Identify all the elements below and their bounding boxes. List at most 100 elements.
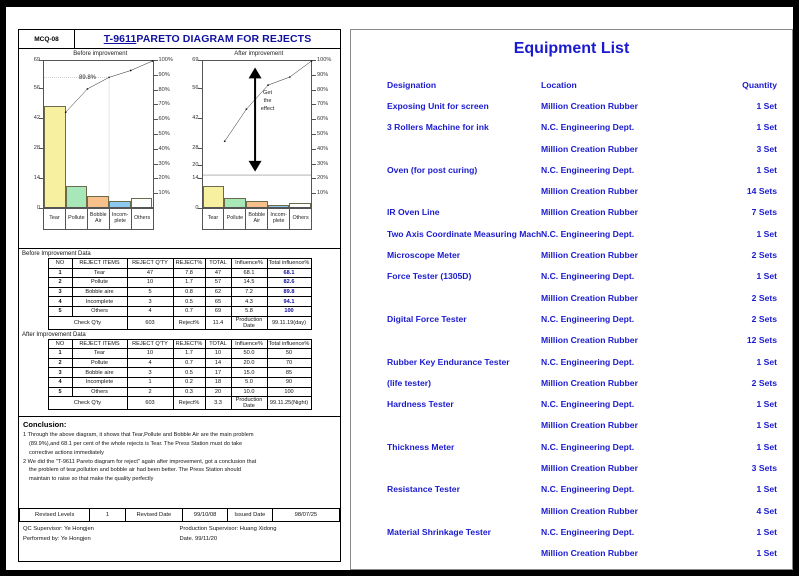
equipment-row: Million Creation Rubber 12 Sets (351, 330, 792, 351)
equipment-designation: Digital Force Tester (387, 313, 467, 324)
chart-after-y2-axis: 10% 20% 30% 40% 50% 60% 70% 80% 90% 100% (312, 57, 338, 208)
cell-3: 0.7 (172, 357, 206, 369)
cell-2: 10 (126, 348, 174, 359)
y2-tick-label: 60% (317, 116, 329, 123)
equipment-row: Exposing Unit for screen Million Creation… (351, 95, 792, 116)
y2-tick (153, 163, 158, 165)
equipment-quantity: 3 Sets (751, 462, 777, 473)
y2-tick-label: 20% (317, 175, 329, 182)
cell-5: 10.0 (230, 386, 268, 398)
cell-5: 5.8 (230, 305, 268, 317)
table2-checkqty-value: 603 (126, 396, 174, 411)
col-header-0: NO (47, 338, 73, 350)
cell-1: Others (71, 386, 128, 398)
equipment-quantity: 12 Sets (746, 335, 777, 346)
equipment-location: Million Creation Rubber (541, 207, 638, 218)
y2-tick-label: 80% (158, 86, 170, 93)
cell-4: 69 (204, 305, 232, 317)
equipment-row: Million Creation Rubber 4 Set (351, 500, 792, 521)
cell-2: 3 (126, 367, 174, 378)
equipment-quantity: 1 Set (756, 399, 777, 410)
equipment-row: 3 Rollers Machine for ink N.C. Engineerin… (351, 117, 792, 138)
chart-before-cumulative-line (44, 60, 154, 222)
equipment-designation: Microscope Meter (387, 250, 461, 261)
y2-tick-label: 70% (317, 101, 329, 108)
cell-3: 1.7 (172, 348, 206, 359)
conclusion-line-6: maintain to raise so that make the quali… (29, 476, 154, 483)
chart-before-improvement: Before improvement 01428425669 10% 20% 30%… (21, 51, 180, 248)
y2-tick (312, 74, 316, 76)
equipment-designation: (life tester) (387, 377, 431, 388)
table-row: 3 Bobble aire 3 0.5 17 15.0 85 (47, 367, 312, 378)
column-header-designation: Designation (387, 79, 437, 90)
cell-0: 4 (47, 376, 73, 388)
cell-4: 47 (204, 267, 232, 279)
cell-2: 10 (126, 277, 174, 288)
col-header-2: REJECT Q'TY (126, 338, 174, 350)
equipment-designation: Force Tester (1305D) (387, 271, 472, 282)
equipment-quantity: 1 Set (756, 420, 777, 431)
x-axis-label: Incom-plete (110, 209, 132, 229)
col-header-3: REJECT% (172, 258, 206, 269)
charts-band: Before improvement 01428425669 10% 20% 30%… (19, 49, 340, 249)
equipment-location: N.C. Engineering Dept. (541, 228, 635, 239)
y2-tick (312, 148, 316, 150)
table-row: 2 Pollute 10 1.7 57 14.5 82.6 (47, 277, 312, 288)
cell-0: 3 (47, 367, 73, 378)
equipment-row: Rubber Key Endurance Tester N.C. Engineer… (351, 351, 792, 372)
col-header-6: Total influence% (266, 258, 312, 269)
y2-tick (312, 193, 316, 195)
x-axis-label: Others (133, 215, 151, 222)
col-header-5: Influence% (230, 258, 268, 269)
cell-1: Bobble aire (71, 367, 128, 378)
revised-date-value: 99/10/08 (182, 508, 228, 523)
x-axis-label: Pollute (66, 209, 88, 229)
cell-0: 2 (47, 357, 73, 369)
y2-tick-label: 70% (158, 101, 170, 108)
equipment-designation: Material Shrinkage Tester (387, 526, 491, 537)
cell-1: Pollute (71, 357, 128, 369)
cell-5: 15.0 (230, 367, 268, 378)
cell-0: 2 (47, 277, 73, 288)
equipment-quantity: 3 Set (756, 143, 777, 154)
chart-before-x-labels: Tear Pollute Bobble Air Incom-plete Others (43, 208, 154, 230)
x-axis-label: Tear (203, 209, 225, 229)
equipment-location: Million Creation Rubber (541, 335, 638, 346)
equipment-location: Million Creation Rubber (541, 420, 638, 431)
col-header-3: REJECT% (172, 338, 206, 350)
y2-tick-label: 100% (158, 57, 173, 63)
conclusion-line-3: corrective actions immediately (29, 449, 104, 456)
chart-after-x-labels: Tear Pollute Bobble Air Incom-plete Others (201, 208, 312, 230)
page-canvas: MCQ-08 T-9611 PARETO DIAGRAM FOR REJECTS… (6, 7, 793, 570)
conclusion-section: Conclusion: 1 Through the above diagram,… (19, 416, 340, 508)
chart-after-annotation: Get the effect (261, 89, 275, 113)
y2-tick (312, 119, 316, 121)
table2-header-row: NO REJECT ITEMS REJECT Q'TY REJECT% TOTAL Inf… (47, 338, 312, 350)
cell-6: 70 (266, 357, 312, 369)
cell-6: 94.1 (266, 296, 312, 307)
x-axis-label: Bobble Air (246, 209, 269, 229)
cell-0: 5 (47, 386, 73, 398)
equipment-quantity: 2 Sets (751, 313, 777, 324)
cell-4: 17 (204, 367, 232, 378)
signature-section: QC Supervisor: Ye Hongjen Performed by: … (19, 522, 340, 560)
y2-tick (153, 148, 158, 150)
y2-tick-label: 80% (317, 86, 329, 93)
x-axis-label: Pollute (224, 209, 247, 229)
equipment-row: Digital Force Tester N.C. Engineering Dep… (351, 308, 792, 329)
col-header-1: REJECT ITEMS (71, 258, 128, 269)
cell-4: 20 (204, 386, 232, 398)
cell-6: 100 (266, 305, 312, 317)
table-row: 5 Others 2 0.3 20 10.0 100 (47, 386, 312, 398)
annotation-line-2: the (263, 98, 272, 105)
equipment-location: N.C. Engineering Dept. (541, 164, 635, 175)
equipment-location: Million Creation Rubber (541, 462, 638, 473)
cell-6: 89.8 (266, 286, 312, 298)
equipment-location: N.C. Engineering Dept. (541, 484, 635, 495)
chart-after-effect-arrow (248, 67, 262, 172)
qc-supervisor: QC Supervisor: Ye Hongjen (23, 526, 94, 533)
pareto-report-sheet: MCQ-08 T-9611 PARETO DIAGRAM FOR REJECTS… (18, 29, 341, 562)
table2-checkqty-label: Check Q'ty (47, 396, 128, 411)
equipment-quantity: 1 Set (756, 100, 777, 111)
cell-5: 4.3 (230, 296, 268, 307)
